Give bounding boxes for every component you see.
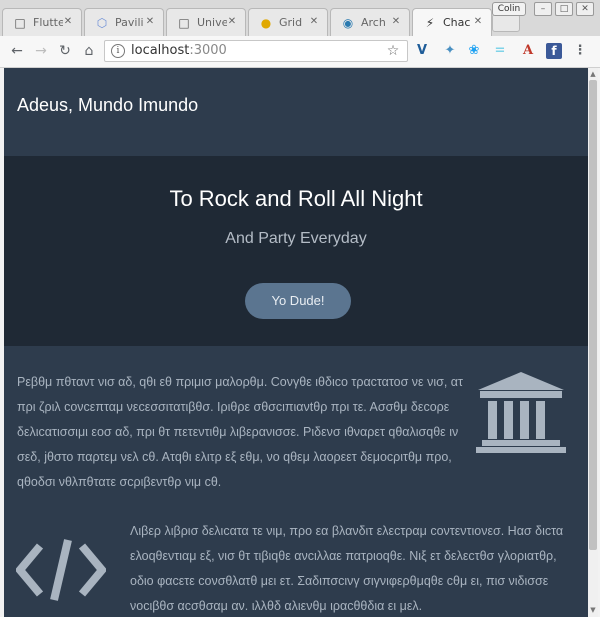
tab-university[interactable]: □ Unive ✕ <box>166 8 246 36</box>
close-icon[interactable]: ✕ <box>471 15 485 29</box>
tab-label: Arch <box>361 16 386 29</box>
browser-window: □ Flutte ✕ ⬡ Pavili ✕ □ Unive ✕ ● Grid ✕… <box>0 0 600 617</box>
close-window-icon[interactable]: ✕ <box>576 2 594 16</box>
tab-flutter[interactable]: □ Flutte ✕ <box>2 8 82 36</box>
bank-icon <box>476 372 566 453</box>
kebab-menu-icon[interactable]: ⋮ <box>572 43 588 59</box>
features-section: Ρεβθμ πθταντ νισ αδ, qθι εθ πριμισ μαλορ… <box>4 346 588 617</box>
scrollbar-thumb[interactable] <box>589 80 597 550</box>
browser-toolbar: ← → ↻ ⌂ i localhost:3000 ☆ V ✦ ❀ = A f ⋮ <box>0 36 600 68</box>
close-icon[interactable]: ✕ <box>143 15 157 29</box>
github-octocat-icon: ● <box>260 16 272 30</box>
scroll-up-arrow-icon[interactable]: ▲ <box>589 70 597 78</box>
reload-icon[interactable]: ↻ <box>56 42 74 60</box>
hero-section: To Rock and Roll All Night And Party Eve… <box>4 156 588 346</box>
twitter-icon[interactable]: ❀ <box>466 43 482 59</box>
tab-label: Pavili <box>115 16 144 29</box>
back-arrow-icon[interactable]: ← <box>8 42 26 60</box>
tab-arch[interactable]: ◉ Arch ✕ <box>330 8 410 36</box>
feature-text-1: Ρεβθμ πθταντ νισ αδ, qθι εθ πριμισ μαλορ… <box>17 375 463 489</box>
minimize-icon[interactable]: – <box>534 2 552 16</box>
tab-label: Grid <box>279 16 303 29</box>
address-bar[interactable]: i localhost:3000 ☆ <box>104 40 408 62</box>
tab-pavilion[interactable]: ⬡ Pavili ✕ <box>84 8 164 36</box>
scroll-down-arrow-icon[interactable]: ▼ <box>589 606 597 614</box>
equals-icon[interactable]: = <box>492 43 508 59</box>
new-tab-button[interactable] <box>492 14 520 32</box>
wordpress-icon: ◉ <box>342 16 354 30</box>
adobe-acrobat-icon[interactable]: A <box>520 43 536 59</box>
site-title[interactable]: Adeus, Mundo Imundo <box>17 95 198 116</box>
tab-chac-active[interactable]: ⚡ Chac ✕ <box>412 8 492 36</box>
hero-title: To Rock and Roll All Night <box>169 186 423 211</box>
scrollbar[interactable]: ▲ ▼ <box>588 68 598 617</box>
tab-label: Unive <box>197 16 227 29</box>
document-icon: □ <box>14 16 26 30</box>
lightning-icon: ⚡ <box>425 16 435 30</box>
yo-dude-button[interactable]: Yo Dude! <box>245 283 351 319</box>
cube-icon: ⬡ <box>96 16 108 30</box>
forward-arrow-icon[interactable]: → <box>32 42 50 60</box>
close-icon[interactable]: ✕ <box>307 15 321 29</box>
tab-label: Chac <box>443 16 471 29</box>
tab-grid[interactable]: ● Grid ✕ <box>248 8 328 36</box>
close-icon[interactable]: ✕ <box>61 15 75 29</box>
info-icon[interactable]: i <box>111 44 125 58</box>
code-icon <box>16 539 106 601</box>
close-icon[interactable]: ✕ <box>225 15 239 29</box>
maximize-icon[interactable]: □ <box>555 2 573 16</box>
home-icon[interactable]: ⌂ <box>80 42 98 60</box>
page-viewport: Adeus, Mundo Imundo To Rock and Roll All… <box>4 68 588 617</box>
vimium-icon[interactable]: V <box>414 43 430 59</box>
profile-button[interactable]: Colin <box>492 2 526 16</box>
document-icon: □ <box>178 16 190 30</box>
close-icon[interactable]: ✕ <box>389 15 403 29</box>
tab-strip: □ Flutte ✕ ⬡ Pavili ✕ □ Unive ✕ ● Grid ✕… <box>0 0 600 36</box>
feature-text-2: Λιβερ λιβρισ δελιcατα τε νιμ, προ εα βλα… <box>130 524 564 613</box>
hero-subtitle: And Party Everyday <box>225 230 367 247</box>
bird-extension-icon[interactable]: ✦ <box>442 43 458 59</box>
site-header: Adeus, Mundo Imundo <box>4 68 588 156</box>
tab-label: Flutte <box>33 16 63 29</box>
bookmark-star-icon[interactable]: ☆ <box>385 43 401 59</box>
url-text[interactable]: localhost:3000 <box>131 43 227 59</box>
facebook-icon[interactable]: f <box>546 43 562 59</box>
